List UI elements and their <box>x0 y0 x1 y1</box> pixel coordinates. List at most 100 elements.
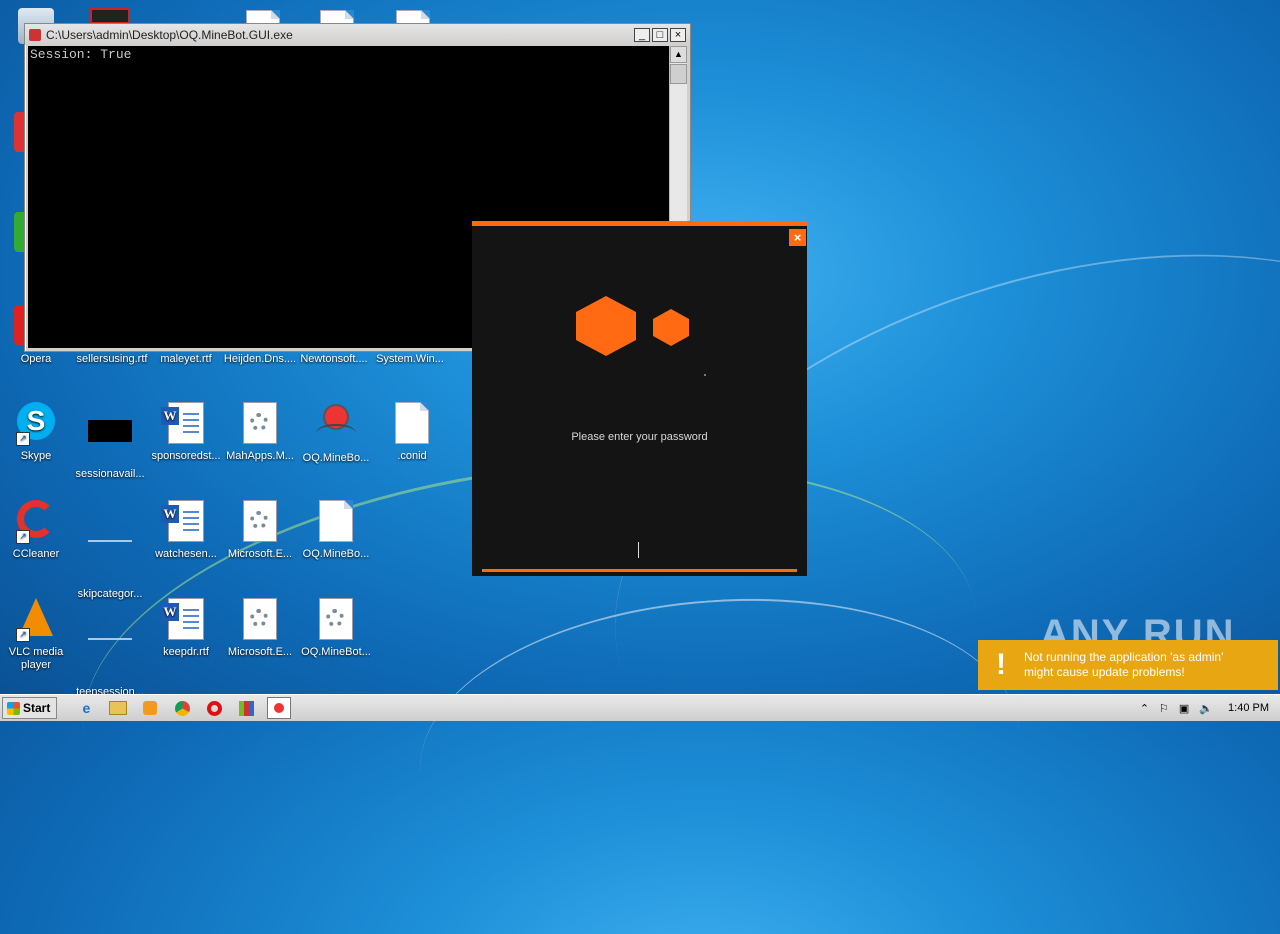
icon-label: sessionavail... <box>75 468 145 480</box>
desktop-icon-teensession[interactable]: teensession... <box>72 598 148 699</box>
password-input-underline[interactable] <box>482 569 797 572</box>
desktop-icon-mahapps[interactable]: MahApps.M... <box>222 402 298 463</box>
scroll-up-arrow-icon[interactable]: ▲ <box>670 46 687 63</box>
icon-label: Skype <box>20 450 52 462</box>
desktop-icon-newtonsoft[interactable]: Newtonsoft.... <box>296 353 372 366</box>
word-document-icon: W <box>161 500 208 544</box>
icon-label: Newtonsoft.... <box>300 353 368 365</box>
volume-icon[interactable]: 🔈 <box>1199 702 1213 715</box>
desktop-icon-keepdr[interactable]: W keepdr.rtf <box>148 598 224 659</box>
console-title-bar[interactable]: C:\Users\admin\Desktop\OQ.MineBot.GUI.ex… <box>25 24 690 45</box>
dialog-close-button[interactable]: × <box>789 229 806 246</box>
console-output-text: Session: True <box>30 47 132 62</box>
word-document-icon: W <box>161 402 208 446</box>
dll-file-icon <box>238 598 282 642</box>
icon-label: OQ.MineBo... <box>302 452 370 464</box>
desktop-icon-oq-minebot-spider[interactable]: OQ.MineBo... <box>298 402 374 465</box>
desktop-icon-maleyet[interactable]: maleyet.rtf <box>148 353 224 366</box>
notification-line-1: Not running the application 'as admin' <box>1024 650 1224 664</box>
desktop-icon-conid[interactable]: .conid <box>374 402 450 463</box>
blank-file-icon <box>390 402 434 446</box>
admin-warning-notification[interactable]: ! Not running the application 'as admin'… <box>978 640 1278 690</box>
windows-logo-icon <box>7 701 20 715</box>
minebot-taskbar-icon[interactable] <box>267 697 292 719</box>
action-center-flag-icon[interactable]: ⚐ <box>1159 702 1169 715</box>
app-shortcut-icon[interactable] <box>14 112 24 152</box>
desktop-icon-sellersusing[interactable]: sellersusing.rtf <box>74 353 150 366</box>
icon-label: Microsoft.E... <box>227 548 293 560</box>
desktop-icon-microsoft-e-1[interactable]: Microsoft.E... <box>222 500 298 561</box>
icon-label: Microsoft.E... <box>227 646 293 658</box>
icon-label: MahApps.M... <box>226 450 294 462</box>
minecraft-app-icon[interactable] <box>90 8 130 24</box>
icon-label: OQ.MineBo... <box>302 548 370 560</box>
icon-label: sponsoredst... <box>151 450 221 462</box>
vlc-cone-icon: ↗ <box>14 598 58 642</box>
media-player-icon[interactable] <box>139 698 161 718</box>
icon-label: Heijden.Dns.... <box>223 353 297 365</box>
icon-label: Opera <box>20 353 52 365</box>
desktop-icon-heijden-dns[interactable]: Heijden.Dns.... <box>222 353 298 366</box>
ccleaner-icon: ↗ <box>14 500 58 544</box>
icon-label: keepdr.rtf <box>163 646 209 658</box>
icon-label: sellersusing.rtf <box>76 353 148 365</box>
taskbar: Start e ⌃ ⚐ ▣ 🔈 1:40 PM <box>0 694 1280 721</box>
start-label: Start <box>23 701 51 715</box>
console-title: C:\Users\admin\Desktop\OQ.MineBot.GUI.ex… <box>46 27 293 42</box>
icon-label: CCleaner <box>12 548 60 560</box>
shortcut-arrow-icon: ↗ <box>16 628 30 642</box>
clock[interactable]: 1:40 PM <box>1228 702 1269 714</box>
shortcut-arrow-icon: ↗ <box>16 530 30 544</box>
desktop-icon-system-win[interactable]: System.Win... <box>372 353 448 366</box>
desktop-icon-opera[interactable]: Opera <box>0 353 74 366</box>
decorative-dot <box>704 374 706 376</box>
app-shortcut-icon[interactable] <box>14 212 24 252</box>
winrar-icon[interactable] <box>235 698 257 718</box>
file-icon <box>88 540 132 584</box>
show-hidden-icons-icon[interactable]: ⌃ <box>1140 702 1149 715</box>
desktop-icon-sponsoredst[interactable]: W sponsoredst... <box>148 402 224 463</box>
notification-line-2: might cause update problems! <box>1024 665 1185 679</box>
icon-label: VLC media player <box>8 646 64 671</box>
desktop-icon-vlc[interactable]: ↗ VLC media player <box>0 598 74 672</box>
close-button[interactable]: × <box>670 27 686 42</box>
shortcut-arrow-icon: ↗ <box>16 432 30 446</box>
spider-icon <box>314 404 358 448</box>
skype-icon: S ↗ <box>14 402 58 446</box>
system-tray: ⌃ ⚐ ▣ 🔈 1:40 PM <box>1135 696 1280 720</box>
desktop-icon-watchesen[interactable]: W watchesen... <box>148 500 224 561</box>
config-file-icon <box>314 598 358 642</box>
blank-file-icon <box>314 500 358 544</box>
chrome-icon[interactable] <box>171 698 193 718</box>
notification-message: Not running the application 'as admin' m… <box>1024 650 1223 680</box>
minebot-logo-icon <box>576 296 689 356</box>
desktop-icon-skipcategor[interactable]: skipcategor... <box>72 500 148 601</box>
icon-label: watchesen... <box>155 548 217 560</box>
file-icon <box>88 638 132 682</box>
word-document-icon: W <box>161 598 208 642</box>
start-button[interactable]: Start <box>2 697 58 719</box>
opera-icon[interactable] <box>203 698 225 718</box>
maximize-button[interactable]: □ <box>652 27 668 42</box>
network-icon[interactable]: ▣ <box>1179 702 1189 715</box>
icon-label: System.Win... <box>376 353 444 365</box>
minimize-button[interactable]: _ <box>634 27 650 42</box>
scroll-thumb[interactable] <box>670 64 687 84</box>
dll-file-icon <box>238 500 282 544</box>
desktop-icon-ccleaner[interactable]: ↗ CCleaner <box>0 500 74 561</box>
app-shortcut-icon[interactable] <box>14 305 24 345</box>
icon-label: maleyet.rtf <box>160 353 212 365</box>
icon-label: OQ.MineBot... <box>301 646 371 658</box>
desktop-icon-skype[interactable]: S ↗ Skype <box>0 402 74 463</box>
dll-file-icon <box>238 402 282 446</box>
console-app-icon <box>29 28 41 41</box>
desktop-icon-oq-minebo-file[interactable]: OQ.MineBo... <box>298 500 374 561</box>
desktop-icon-sessionavail[interactable]: sessionavail... <box>72 402 148 481</box>
desktop-icon-oq-minebot-config[interactable]: OQ.MineBot... <box>298 598 374 659</box>
desktop-icon-microsoft-e-2[interactable]: Microsoft.E... <box>222 598 298 659</box>
internet-explorer-icon[interactable]: e <box>75 698 97 718</box>
warning-icon: ! <box>996 648 1006 681</box>
password-dialog[interactable]: × Please enter your password <box>472 221 807 576</box>
password-input-caret[interactable] <box>638 542 639 558</box>
file-explorer-icon[interactable] <box>107 698 129 718</box>
